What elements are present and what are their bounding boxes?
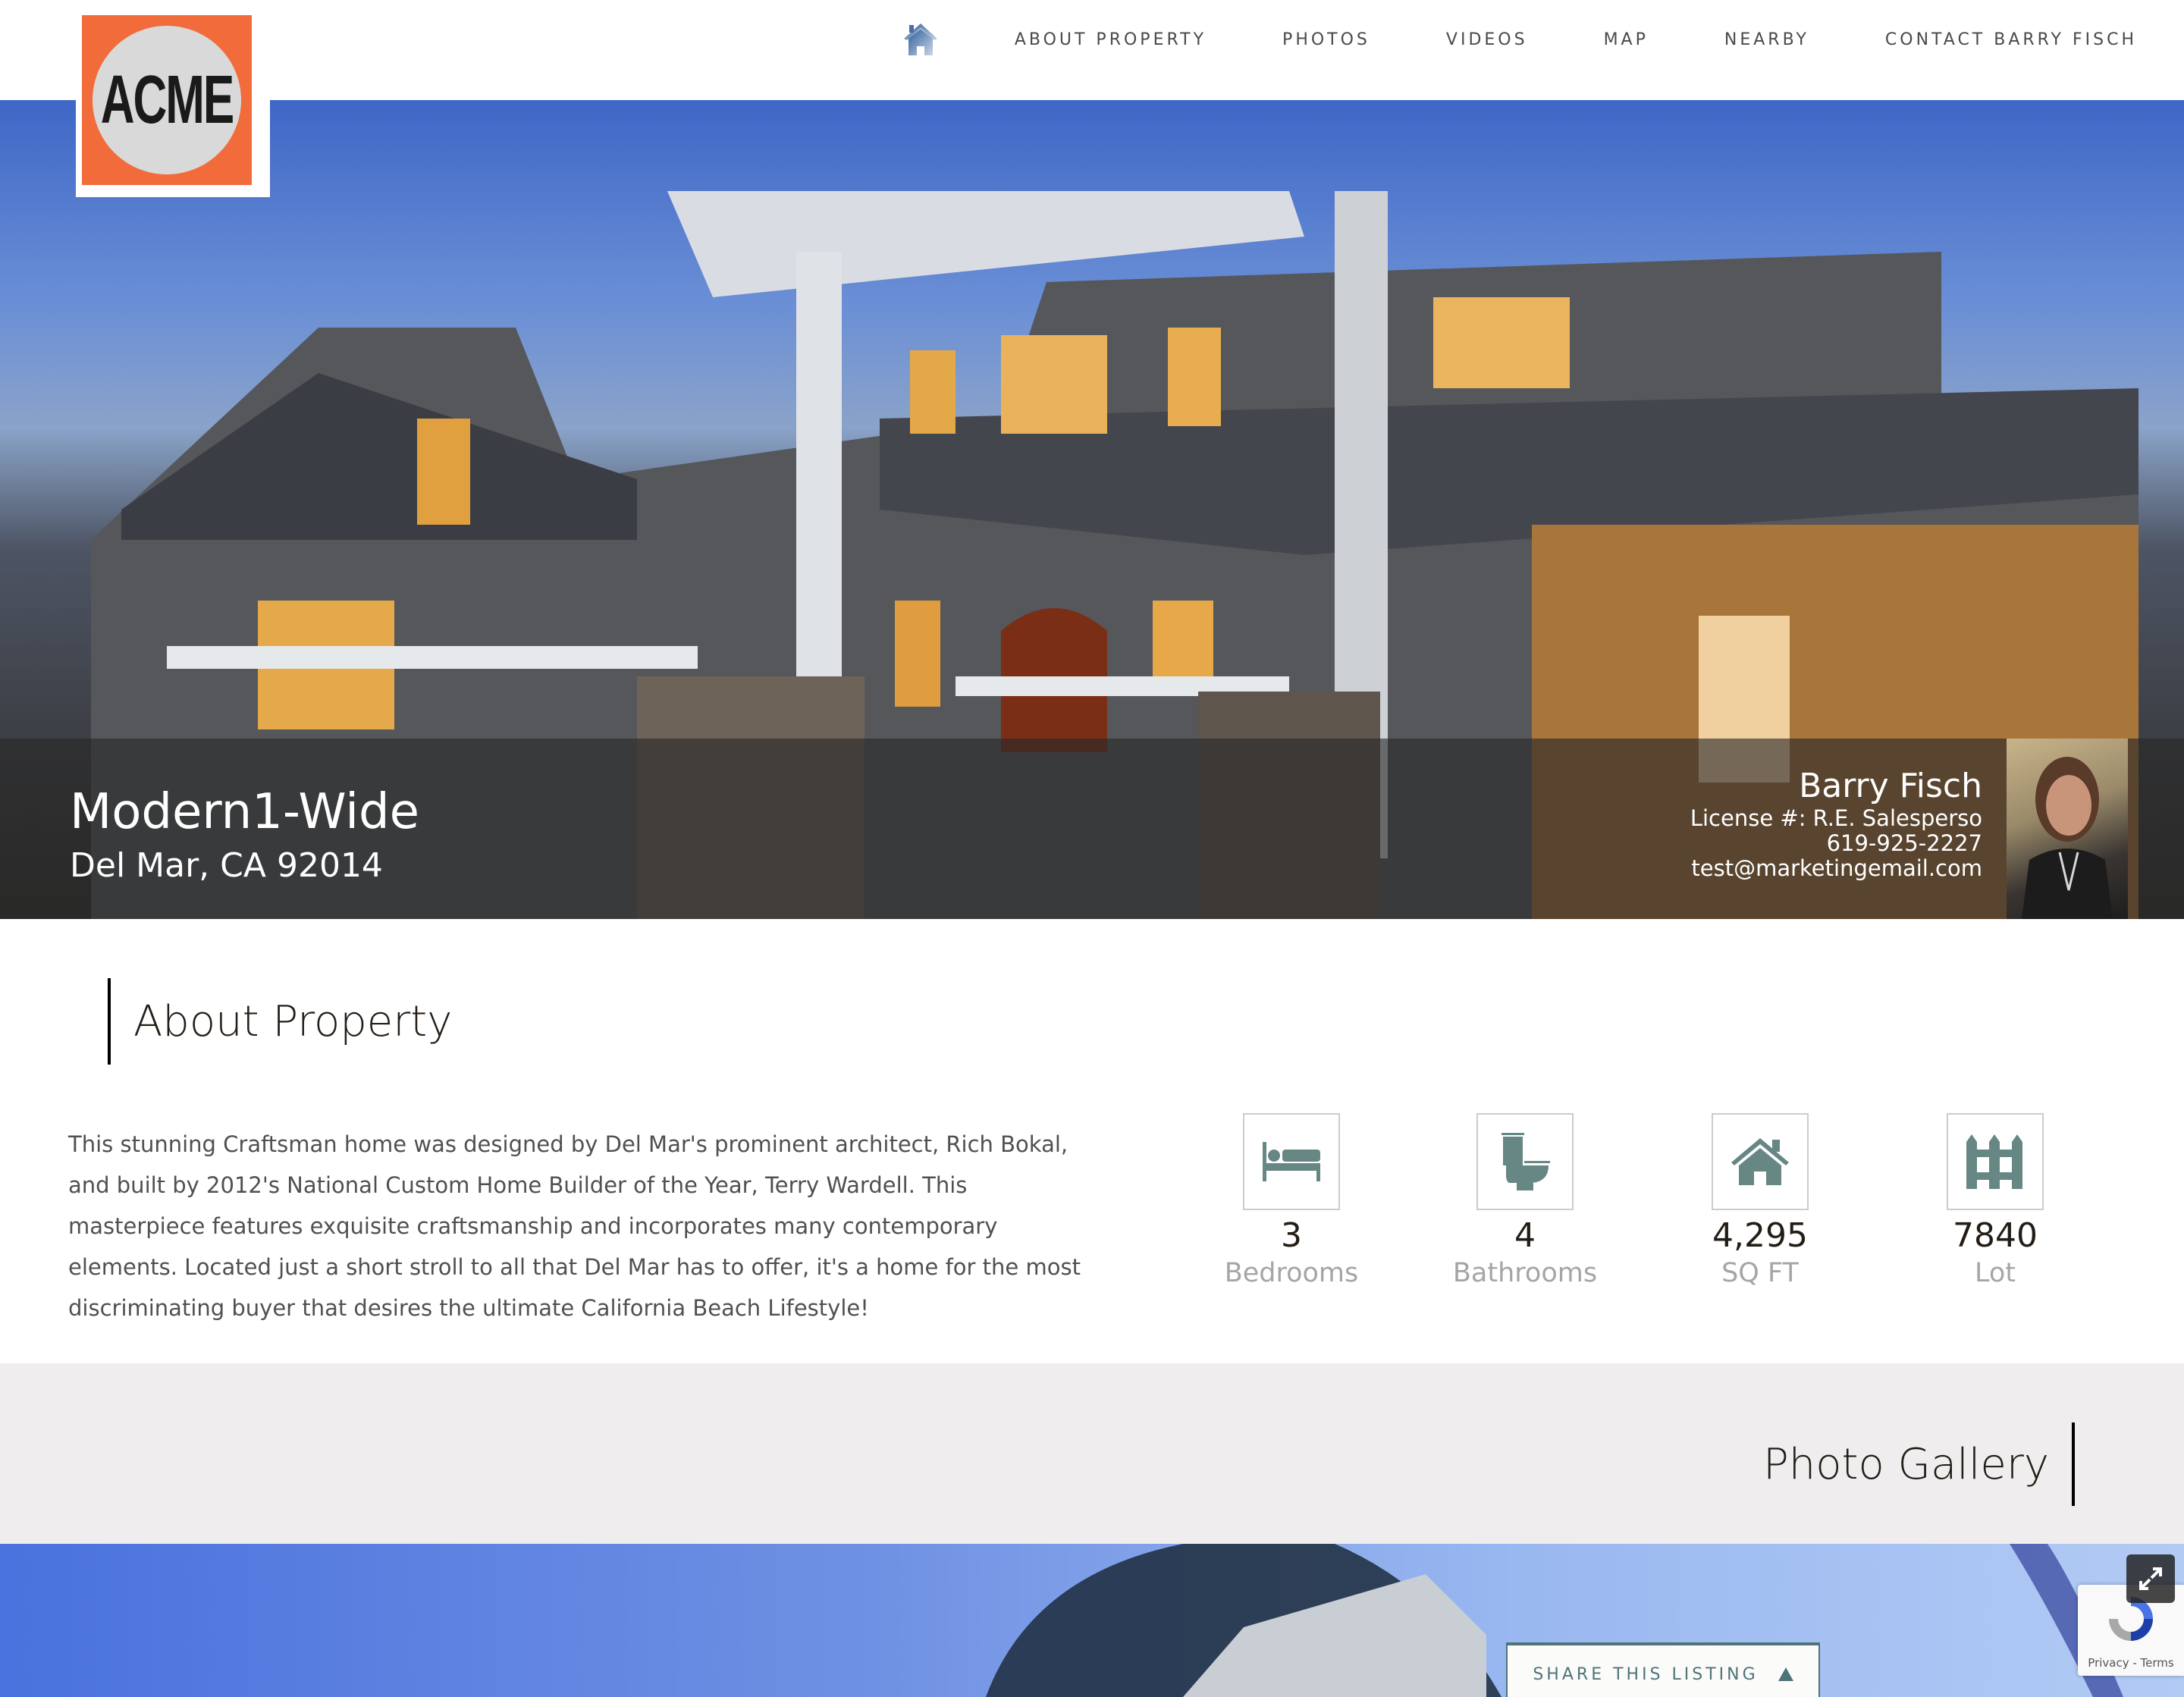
hero-banner: Modern1-Wide Del Mar, CA 92014 Barry Fis… — [0, 100, 2184, 919]
bed-icon — [1263, 1142, 1320, 1181]
gallery-slide-photo[interactable] — [0, 1544, 2184, 1697]
main-nav: ABOUT PROPERTY PHOTOS VIDEOS MAP NEARBY … — [902, 0, 2137, 79]
expand-icon — [2139, 1567, 2162, 1590]
agent-info: Barry Fisch License #: R.E. Salesperso 6… — [1690, 767, 1982, 882]
brand-logo: ACME — [82, 15, 252, 185]
agent-avatar — [2007, 739, 2128, 919]
lot-label: Lot — [1974, 1257, 2016, 1288]
property-description: This stunning Craftsman home was designe… — [68, 1131, 1081, 1321]
fence-icon — [1966, 1134, 2022, 1189]
gallery-section-heading: Photo Gallery — [1763, 1423, 2075, 1506]
agent-name: Barry Fisch — [1799, 767, 1982, 805]
nav-photos[interactable]: PHOTOS — [1282, 30, 1370, 49]
sqft-label: SQ FT — [1721, 1257, 1799, 1288]
logo-text: ACME — [100, 61, 235, 139]
stat-icon-box — [1476, 1113, 1574, 1210]
top-navigation-bar: ABOUT PROPERTY PHOTOS VIDEOS MAP NEARBY … — [0, 0, 2184, 100]
house-icon — [1731, 1138, 1789, 1185]
agent-license: License #: R.E. Salesperso — [1690, 805, 1982, 831]
agent-email[interactable]: test@marketingemail.com — [1690, 855, 1982, 881]
stat-icon-box — [1243, 1113, 1340, 1210]
nav-home-link[interactable] — [902, 21, 939, 58]
stat-square-feet: 4,295 SQ FT — [1680, 1113, 1840, 1288]
about-title: About Property — [133, 996, 453, 1046]
agent-portrait — [2022, 757, 2113, 919]
sqft-value: 4,295 — [1712, 1216, 1808, 1255]
listing-address: Del Mar, CA 92014 — [70, 846, 383, 885]
fullscreen-button[interactable] — [2126, 1554, 2175, 1603]
nav-map[interactable]: MAP — [1604, 30, 1649, 49]
lot-value: 7840 — [1953, 1216, 2038, 1255]
stat-icon-box — [1947, 1113, 2044, 1210]
nav-contact-agent[interactable]: CONTACT BARRY FISCH — [1885, 30, 2137, 49]
recaptcha-privacy-terms[interactable]: Privacy - Terms — [2078, 1656, 2184, 1670]
stat-bathrooms: 4 Bathrooms — [1445, 1113, 1605, 1288]
home-icon — [903, 24, 937, 55]
share-listing-button[interactable]: SHARE THIS LISTING — [1506, 1642, 1820, 1697]
agent-phone[interactable]: 619-925-2227 — [1690, 830, 1982, 856]
chevron-up-icon — [1778, 1667, 1793, 1681]
stat-icon-box — [1712, 1113, 1809, 1210]
bathrooms-label: Bathrooms — [1452, 1257, 1598, 1288]
nav-about-property[interactable]: ABOUT PROPERTY — [1015, 30, 1207, 49]
logo-link[interactable]: ACME — [76, 9, 270, 197]
nav-videos[interactable]: VIDEOS — [1446, 30, 1528, 49]
property-stats: 3 Bedrooms 4 Bathrooms 4,295 SQ FT 7840 … — [1212, 1113, 2129, 1310]
bathrooms-value: 4 — [1514, 1216, 1536, 1255]
stat-bedrooms: 3 Bedrooms — [1212, 1113, 1371, 1288]
share-listing-label: SHARE THIS LISTING — [1533, 1664, 1759, 1684]
bedrooms-label: Bedrooms — [1224, 1257, 1359, 1288]
about-section-heading: About Property — [108, 978, 452, 1065]
gallery-photo-scene — [986, 1544, 2123, 1697]
gallery-title: Photo Gallery — [1763, 1439, 2049, 1489]
listing-title: Modern1-Wide — [70, 784, 419, 840]
toilet-icon — [1502, 1133, 1550, 1190]
logo-circle: ACME — [93, 26, 241, 174]
nav-nearby[interactable]: NEARBY — [1724, 30, 1809, 49]
stat-lot: 7840 Lot — [1916, 1113, 2075, 1288]
bedrooms-value: 3 — [1281, 1216, 1302, 1255]
